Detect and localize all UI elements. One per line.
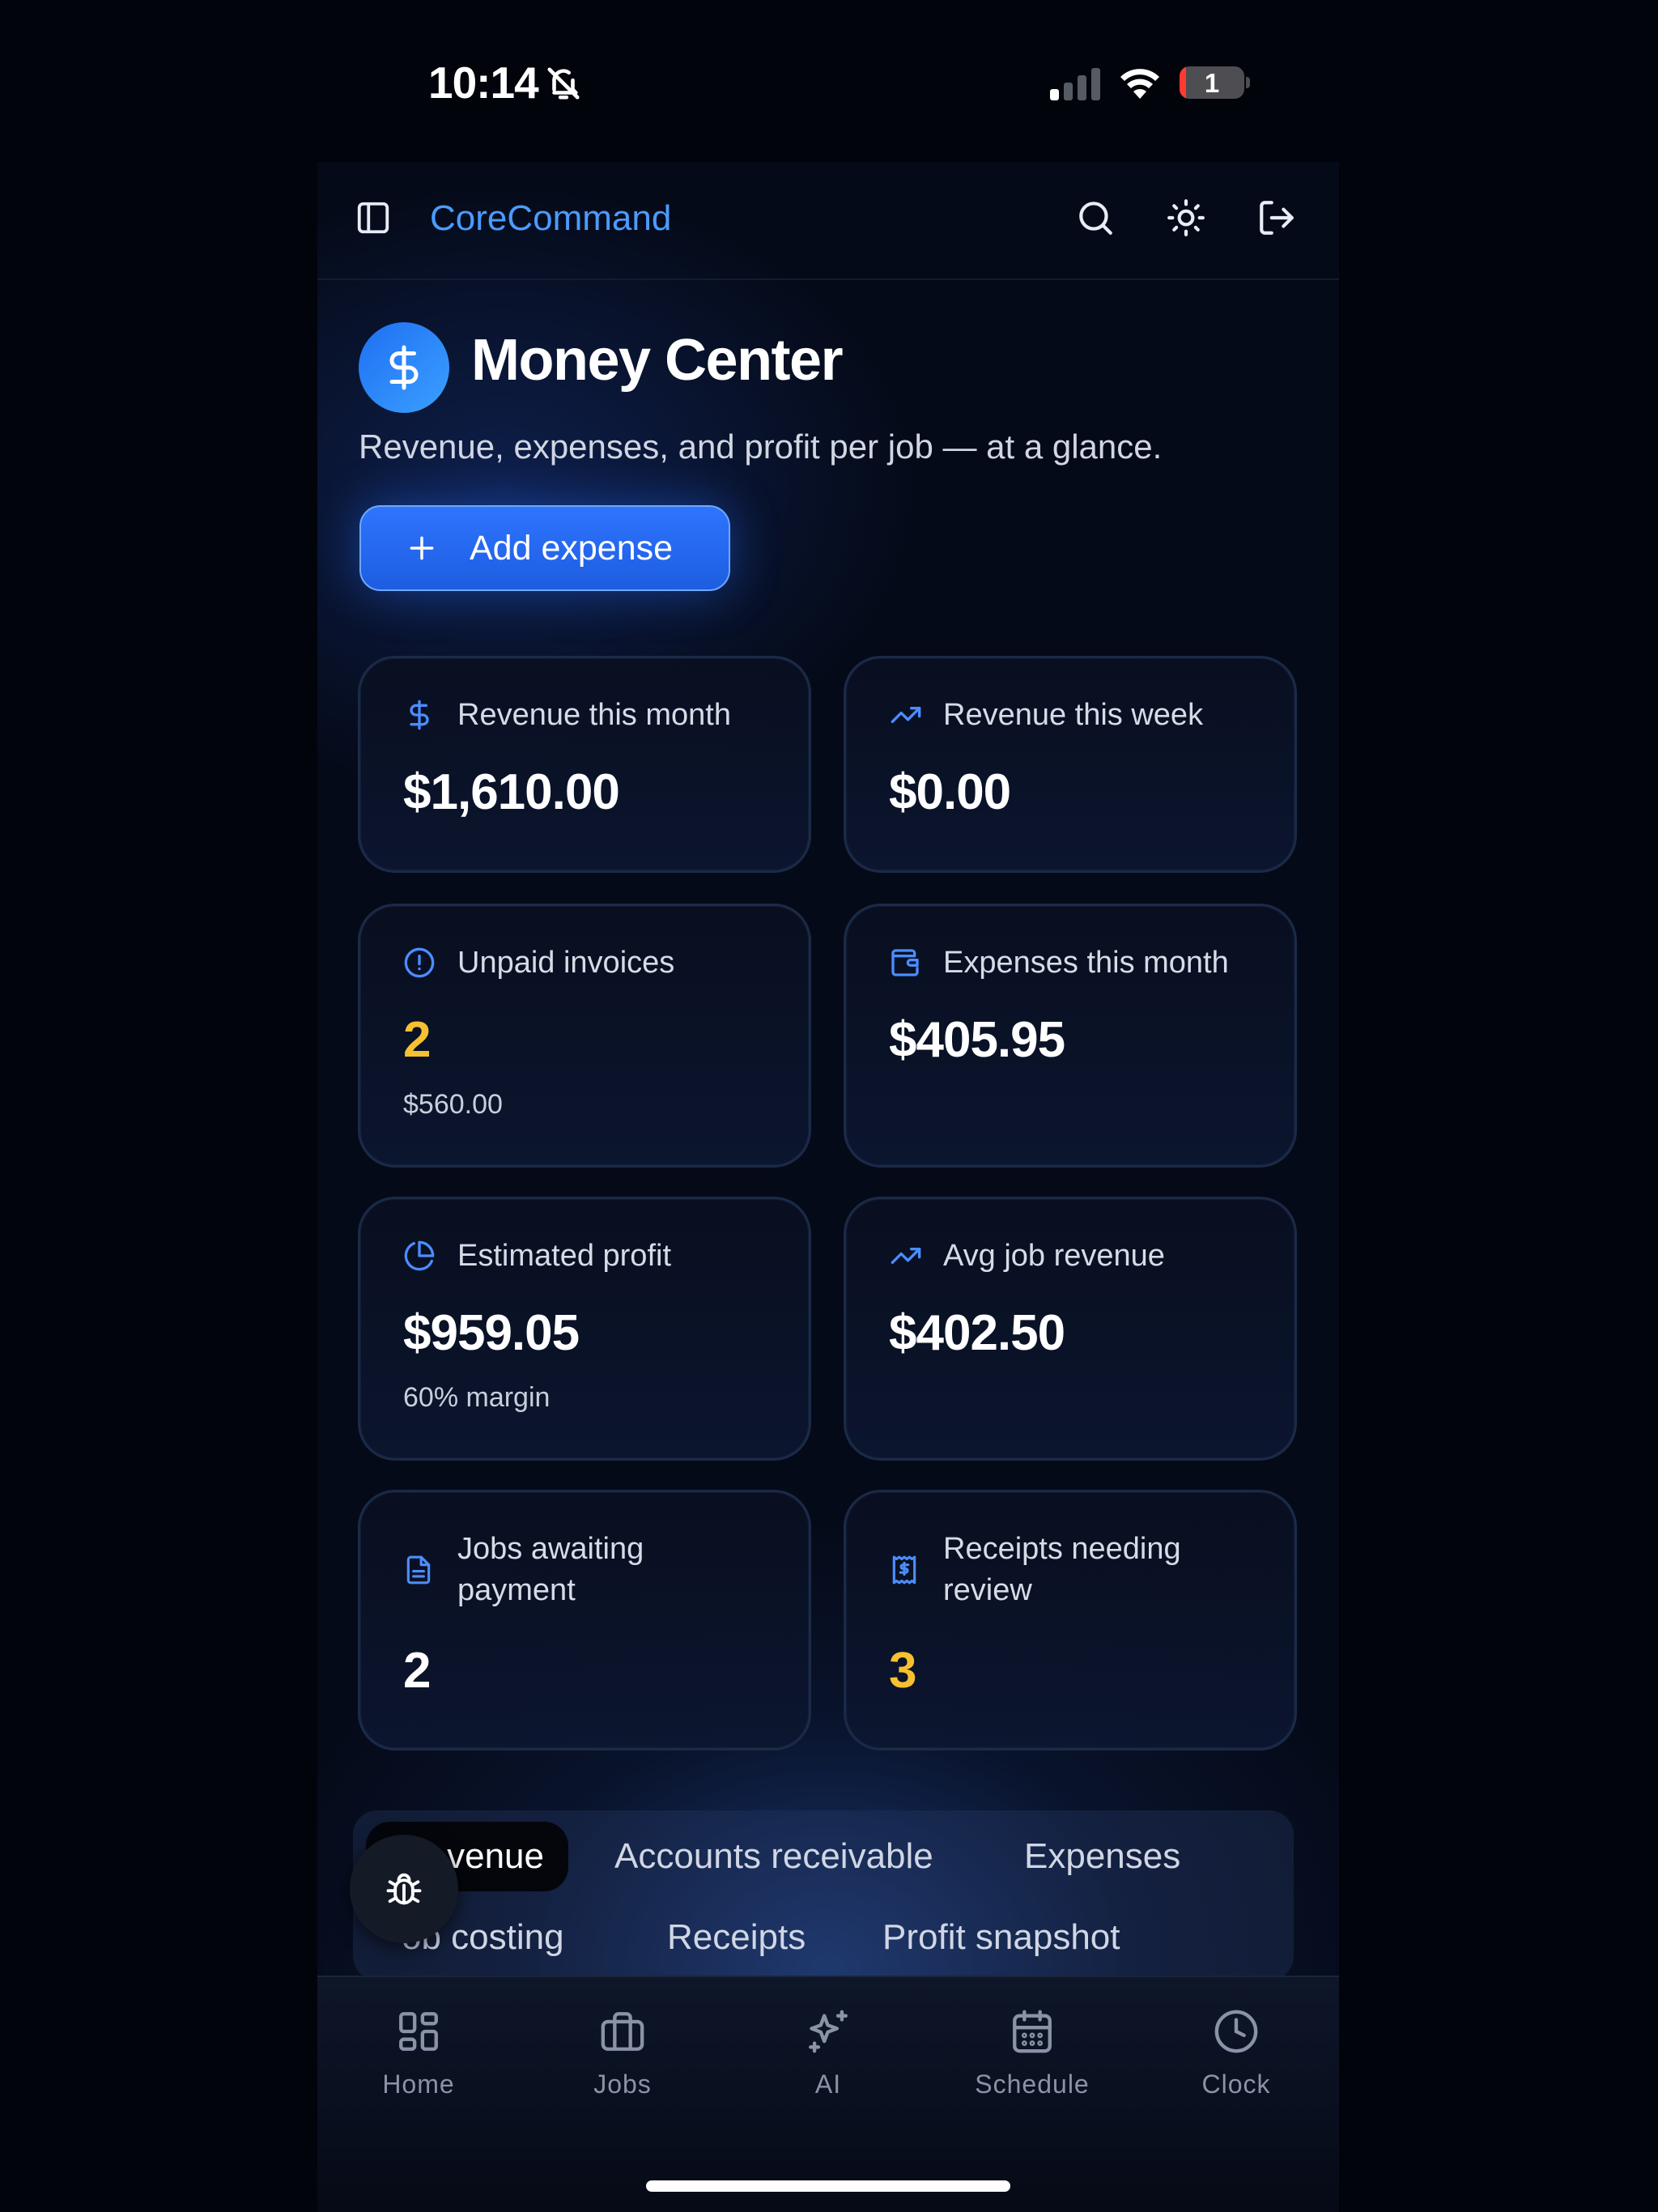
card-label: Estimated profit — [457, 1239, 671, 1273]
cellular-signal-icon — [1050, 68, 1100, 100]
page-subtitle: Revenue, expenses, and profit per job — … — [359, 428, 1163, 466]
header-divider — [317, 279, 1339, 280]
briefcase-icon — [601, 2012, 644, 2051]
nav-clock[interactable]: Clock — [1135, 2008, 1337, 2099]
card-receipts-needing-review[interactable]: Receipts needing review 3 — [844, 1490, 1297, 1750]
battery-level: 1 — [1204, 68, 1220, 98]
home-indicator — [646, 2180, 1010, 2192]
battery-icon: 1 — [1180, 66, 1244, 99]
card-label-line1: Receipts needing — [943, 1532, 1181, 1566]
nav-jobs[interactable]: Jobs — [521, 2008, 724, 2099]
card-value: $402.50 — [889, 1305, 1065, 1361]
nav-label: Jobs — [593, 2069, 652, 2099]
nav-label: AI — [814, 2069, 842, 2099]
card-label-line2: review — [943, 1573, 1032, 1607]
wifi-icon — [1119, 65, 1161, 99]
page-title: Money Center — [471, 328, 844, 393]
nav-home[interactable]: Home — [317, 2008, 520, 2099]
app-frame: CoreCommand Money Center Revenue, expens… — [317, 162, 1339, 2212]
nav-label: Home — [382, 2069, 455, 2099]
card-value: $0.00 — [889, 764, 1011, 820]
logout-icon[interactable] — [1256, 198, 1297, 238]
card-value: 2 — [403, 1643, 431, 1699]
card-value: $1,610.00 — [403, 764, 620, 820]
nav-ai[interactable]: AI — [727, 2008, 929, 2099]
card-value: 2 — [403, 1012, 431, 1068]
grid-icon — [399, 2012, 438, 2051]
trending-up-icon — [891, 1248, 921, 1264]
sparkles-icon — [809, 2010, 848, 2053]
card-label: Revenue this week — [943, 698, 1204, 732]
nav-schedule[interactable]: Schedule — [931, 2008, 1133, 2099]
alert-circle-icon — [404, 947, 435, 978]
card-jobs-awaiting-payment[interactable]: Jobs awaiting payment 2 — [358, 1490, 811, 1750]
tab-expenses[interactable]: Expenses — [1024, 1836, 1180, 1877]
silent-mode-icon — [545, 63, 582, 104]
nav-label: Clock — [1201, 2069, 1271, 2099]
card-value: 3 — [889, 1643, 916, 1699]
tab-accounts-receivable[interactable]: Accounts receivable — [614, 1836, 933, 1877]
debug-bug-button[interactable] — [350, 1835, 458, 1943]
tab-receipts[interactable]: Receipts — [667, 1917, 806, 1958]
card-label: Avg job revenue — [943, 1239, 1165, 1273]
card-sub: $560.00 — [403, 1089, 503, 1120]
status-time: 10:14 — [428, 57, 539, 108]
plus-icon — [410, 536, 434, 560]
card-revenue-month[interactable]: Revenue this month $1,610.00 — [358, 656, 811, 873]
document-icon — [406, 1555, 431, 1585]
card-avg-job-revenue[interactable]: Avg job revenue $402.50 — [844, 1197, 1297, 1461]
nav-label: Schedule — [975, 2069, 1090, 2099]
search-icon[interactable] — [1075, 198, 1116, 238]
battery-cap — [1246, 77, 1250, 88]
card-unpaid-invoices[interactable]: Unpaid invoices 2 $560.00 — [358, 904, 811, 1168]
add-expense-button[interactable]: Add expense — [359, 505, 730, 591]
dollar-icon — [410, 700, 429, 730]
card-label-line2: payment — [457, 1573, 576, 1607]
card-label: Revenue this month — [457, 698, 731, 732]
money-dollar-icon — [359, 322, 449, 413]
card-value: $405.95 — [889, 1012, 1065, 1068]
card-label: Unpaid invoices — [457, 946, 675, 980]
card-estimated-profit[interactable]: Estimated profit $959.05 60% margin — [358, 1197, 811, 1461]
trending-up-icon — [891, 707, 921, 723]
tab-profit-snapshot[interactable]: Profit snapshot — [882, 1917, 1120, 1958]
receipt-icon — [892, 1555, 916, 1585]
bug-icon — [386, 1873, 422, 1905]
sidebar-toggle-icon[interactable] — [355, 199, 392, 236]
card-revenue-week[interactable]: Revenue this week $0.00 — [844, 656, 1297, 873]
clock-icon — [1214, 2010, 1258, 2053]
add-expense-label: Add expense — [470, 528, 674, 568]
wallet-icon — [891, 949, 919, 976]
card-label-line1: Jobs awaiting — [457, 1532, 644, 1566]
theme-toggle-sun-icon[interactable] — [1166, 198, 1206, 238]
calendar-icon — [1013, 2010, 1052, 2053]
pie-chart-icon — [404, 1240, 435, 1271]
app-brand[interactable]: CoreCommand — [430, 198, 671, 239]
card-label: Expenses this month — [943, 946, 1229, 980]
card-value: $959.05 — [403, 1305, 580, 1361]
card-sub: 60% margin — [403, 1382, 551, 1413]
card-expenses-month[interactable]: Expenses this month $405.95 — [844, 904, 1297, 1168]
